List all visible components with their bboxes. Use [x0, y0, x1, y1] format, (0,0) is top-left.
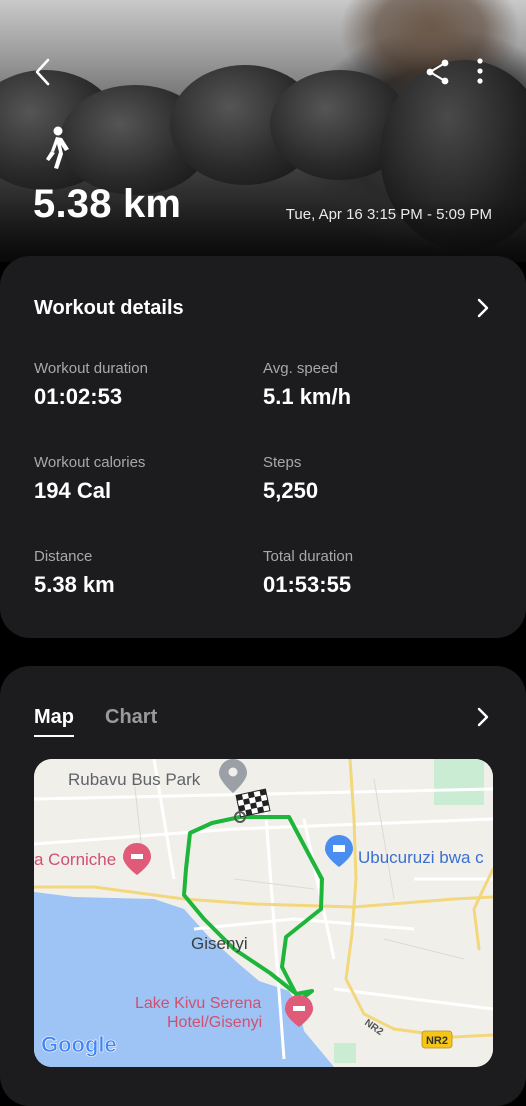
- map-label-corniche: a Corniche: [34, 850, 116, 869]
- road-badge-nr2: NR2: [421, 1030, 453, 1049]
- map-park: [434, 759, 484, 805]
- stat-avg-speed: Avg. speed 5.1 km/h: [263, 360, 351, 410]
- google-logo: Google: [41, 1032, 117, 1057]
- workout-details-card: Workout details Workout duration 01:02:5…: [0, 256, 526, 638]
- stat-label: Workout duration: [34, 360, 148, 377]
- chevron-right-icon[interactable]: [474, 706, 492, 728]
- stat-total-duration: Total duration 01:53:55: [263, 548, 353, 598]
- map-chart-card: Map Chart NR2 NR2 Rubavu Bus Park a Corn…: [0, 666, 526, 1106]
- tab-chart[interactable]: Chart: [105, 706, 157, 729]
- svg-text:NR2: NR2: [426, 1035, 448, 1047]
- hero-distance: 5.38 km: [33, 182, 182, 226]
- map-label-ubucuruzi: Ubucuruzi bwa c: [358, 848, 484, 867]
- stat-steps: Steps 5,250: [263, 454, 318, 504]
- map-label-bus-park: Rubavu Bus Park: [68, 770, 201, 789]
- walking-icon: [40, 126, 74, 170]
- stat-label: Workout calories: [34, 454, 146, 471]
- share-icon[interactable]: [424, 58, 452, 86]
- stat-value: 5,250: [263, 478, 319, 503]
- map-label-gisenyi: Gisenyi: [191, 934, 248, 953]
- more-options-icon[interactable]: [470, 56, 490, 86]
- workout-details-title[interactable]: Workout details: [34, 297, 184, 320]
- stat-value: 194 Cal: [34, 478, 112, 503]
- stat-label: Total duration: [263, 548, 354, 565]
- stat-value: 01:53:55: [263, 572, 352, 597]
- header-hero-image: 5.38 km Tue, Apr 16 3:15 PM - 5:09 PM: [0, 0, 526, 262]
- map-label-serena: Lake Kivu Serena: [135, 995, 261, 1012]
- back-icon[interactable]: [28, 56, 60, 88]
- stat-workout-duration: Workout duration 01:02:53: [34, 360, 148, 410]
- stat-label: Avg. speed: [263, 360, 338, 377]
- map-park: [334, 1043, 356, 1063]
- stat-workout-calories: Workout calories 194 Cal: [34, 454, 145, 504]
- stat-value: 5.38 km: [34, 572, 115, 597]
- stat-value: 5.1 km/h: [263, 384, 352, 409]
- chevron-right-icon[interactable]: [474, 297, 492, 319]
- tab-map[interactable]: Map: [34, 706, 74, 737]
- route-map[interactable]: NR2 NR2 Rubavu Bus Park a Corniche Ubucu…: [34, 759, 493, 1067]
- route-map-canvas[interactable]: NR2 NR2 Rubavu Bus Park a Corniche Ubucu…: [34, 759, 493, 1067]
- map-label-serena-2: Hotel/Gisenyi: [167, 1014, 262, 1031]
- stat-distance: Distance 5.38 km: [34, 548, 115, 598]
- stat-label: Distance: [34, 548, 93, 565]
- workout-date-range: Tue, Apr 16 3:15 PM - 5:09 PM: [285, 206, 492, 223]
- stat-value: 01:02:53: [34, 384, 123, 409]
- stat-label: Steps: [263, 454, 302, 471]
